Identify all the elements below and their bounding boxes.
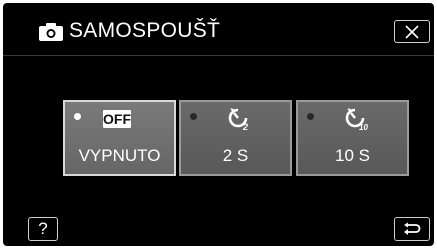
selected-indicator: [74, 113, 81, 120]
help-button[interactable]: ?: [28, 217, 58, 241]
timer-2s-icon: 2: [228, 108, 248, 132]
page-title: SAMOSPOUŠŤ: [69, 19, 221, 42]
option-10s-button[interactable]: 10 10 S: [296, 100, 409, 176]
option-off-button[interactable]: OFF VYPNUTO: [63, 100, 176, 176]
option-label: VYPNUTO: [78, 146, 161, 165]
svg-text:10: 10: [359, 123, 368, 132]
back-button[interactable]: [394, 217, 430, 241]
timer-10s-icon: 10: [345, 108, 368, 132]
unselected-indicator: [190, 113, 197, 120]
return-icon: [404, 222, 421, 235]
option-2s-button[interactable]: 2 2 S: [179, 100, 292, 176]
title-bar: SAMOSPOUŠŤ: [3, 3, 434, 55]
header-divider: [3, 55, 434, 56]
screen: SAMOSPOUŠŤ OFF VYPNUTO 2 2 S 10 10 S ?: [3, 3, 434, 246]
option-label: 10 S: [335, 146, 370, 165]
close-icon: [405, 24, 419, 39]
close-button[interactable]: [394, 20, 430, 43]
off-badge-icon: OFF: [103, 110, 131, 128]
svg-text:2: 2: [242, 122, 248, 132]
camera-icon: [39, 23, 63, 41]
unselected-indicator: [307, 113, 314, 120]
option-label: 2 S: [222, 146, 249, 165]
